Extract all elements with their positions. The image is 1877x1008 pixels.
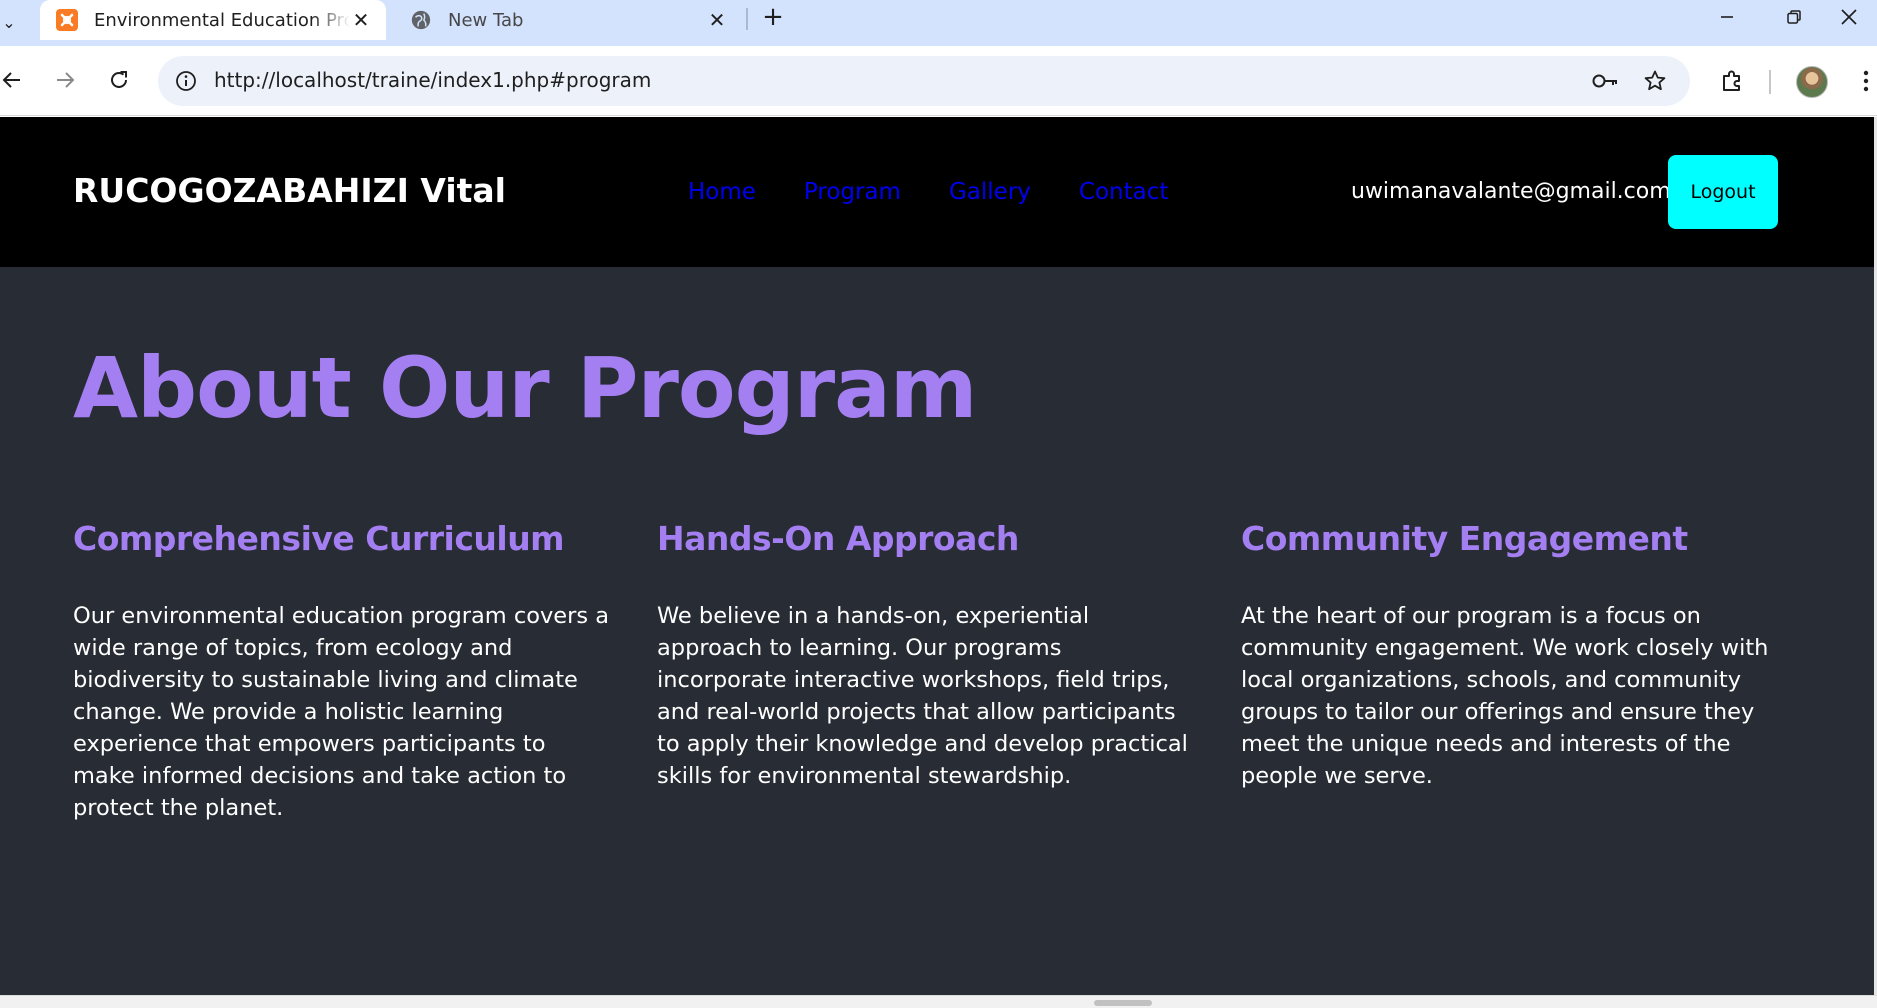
bookmark-star-icon[interactable]: [1640, 67, 1670, 95]
back-icon[interactable]: [0, 60, 32, 100]
password-key-icon[interactable]: [1590, 67, 1620, 95]
program-column-community: Community Engagement At the heart of our…: [1241, 519, 1781, 792]
main-nav: Home Program Gallery Contact: [688, 179, 1168, 205]
close-window-icon[interactable]: [1821, 0, 1877, 34]
column-text: Our environmental education program cove…: [73, 603, 610, 821]
nav-link-gallery[interactable]: Gallery: [949, 179, 1031, 205]
url-text[interactable]: http://localhost/traine/index1.php#progr…: [214, 68, 651, 92]
tab-search-menu-icon[interactable]: ⌄: [0, 8, 18, 38]
scrollbar-thumb[interactable]: [1094, 1000, 1152, 1006]
tab-close-icon[interactable]: ✕: [350, 8, 372, 32]
column-heading: Hands-On Approach: [657, 519, 1019, 558]
horizontal-scrollbar[interactable]: [0, 995, 1877, 1008]
tab-new-tab[interactable]: New Tab ✕: [394, 0, 742, 40]
xampp-favicon-icon: [54, 7, 80, 33]
program-section: About Our Program Comprehensive Curricul…: [0, 267, 1874, 995]
logout-button[interactable]: Logout: [1668, 155, 1778, 229]
column-heading: Comprehensive Curriculum: [73, 519, 565, 558]
column-text: At the heart of our program is a focus o…: [1241, 603, 1769, 789]
tab-title: New Tab: [448, 9, 524, 31]
nav-link-contact[interactable]: Contact: [1079, 179, 1168, 205]
restore-icon[interactable]: [1766, 0, 1822, 34]
user-email: uwimanavalante@gmail.com: [1351, 179, 1671, 204]
nav-link-program[interactable]: Program: [804, 179, 901, 205]
forward-icon[interactable]: [45, 60, 85, 100]
section-title: About Our Program: [73, 339, 977, 437]
site-info-icon[interactable]: [172, 67, 200, 95]
minimize-icon[interactable]: [1699, 0, 1755, 34]
tab-title: Environmental Education Program: [94, 9, 350, 31]
toolbar-divider: [1769, 70, 1771, 94]
program-column-hands-on: Hands-On Approach We believe in a hands-…: [657, 519, 1197, 792]
nav-link-home[interactable]: Home: [688, 179, 756, 205]
browser-toolbar: http://localhost/traine/index1.php#progr…: [0, 46, 1877, 116]
site-header: RUCOGOZABAHIZI Vital Home Program Galler…: [0, 117, 1874, 267]
profile-avatar[interactable]: [1796, 66, 1828, 98]
site-brand: RUCOGOZABAHIZI Vital: [73, 171, 506, 210]
page-viewport: RUCOGOZABAHIZI Vital Home Program Galler…: [0, 117, 1877, 995]
program-column-curriculum: Comprehensive Curriculum Our environment…: [73, 519, 613, 824]
reload-icon[interactable]: [99, 60, 139, 100]
column-text: We believe in a hands-on, experiential a…: [657, 603, 1188, 789]
extensions-puzzle-icon[interactable]: [1712, 61, 1752, 101]
tab-separator: [746, 8, 748, 30]
browser-menu-icon[interactable]: [1846, 61, 1877, 101]
tab-environmental-education[interactable]: Environmental Education Program ✕: [40, 0, 386, 40]
tab-close-icon[interactable]: ✕: [706, 8, 728, 32]
new-tab-button[interactable]: +: [756, 2, 790, 36]
tab-strip: ⌄ Environmental Education Program ✕ New …: [0, 0, 1877, 46]
address-bar[interactable]: http://localhost/traine/index1.php#progr…: [158, 56, 1690, 106]
column-heading: Community Engagement: [1241, 519, 1688, 558]
globe-icon: [408, 7, 434, 33]
